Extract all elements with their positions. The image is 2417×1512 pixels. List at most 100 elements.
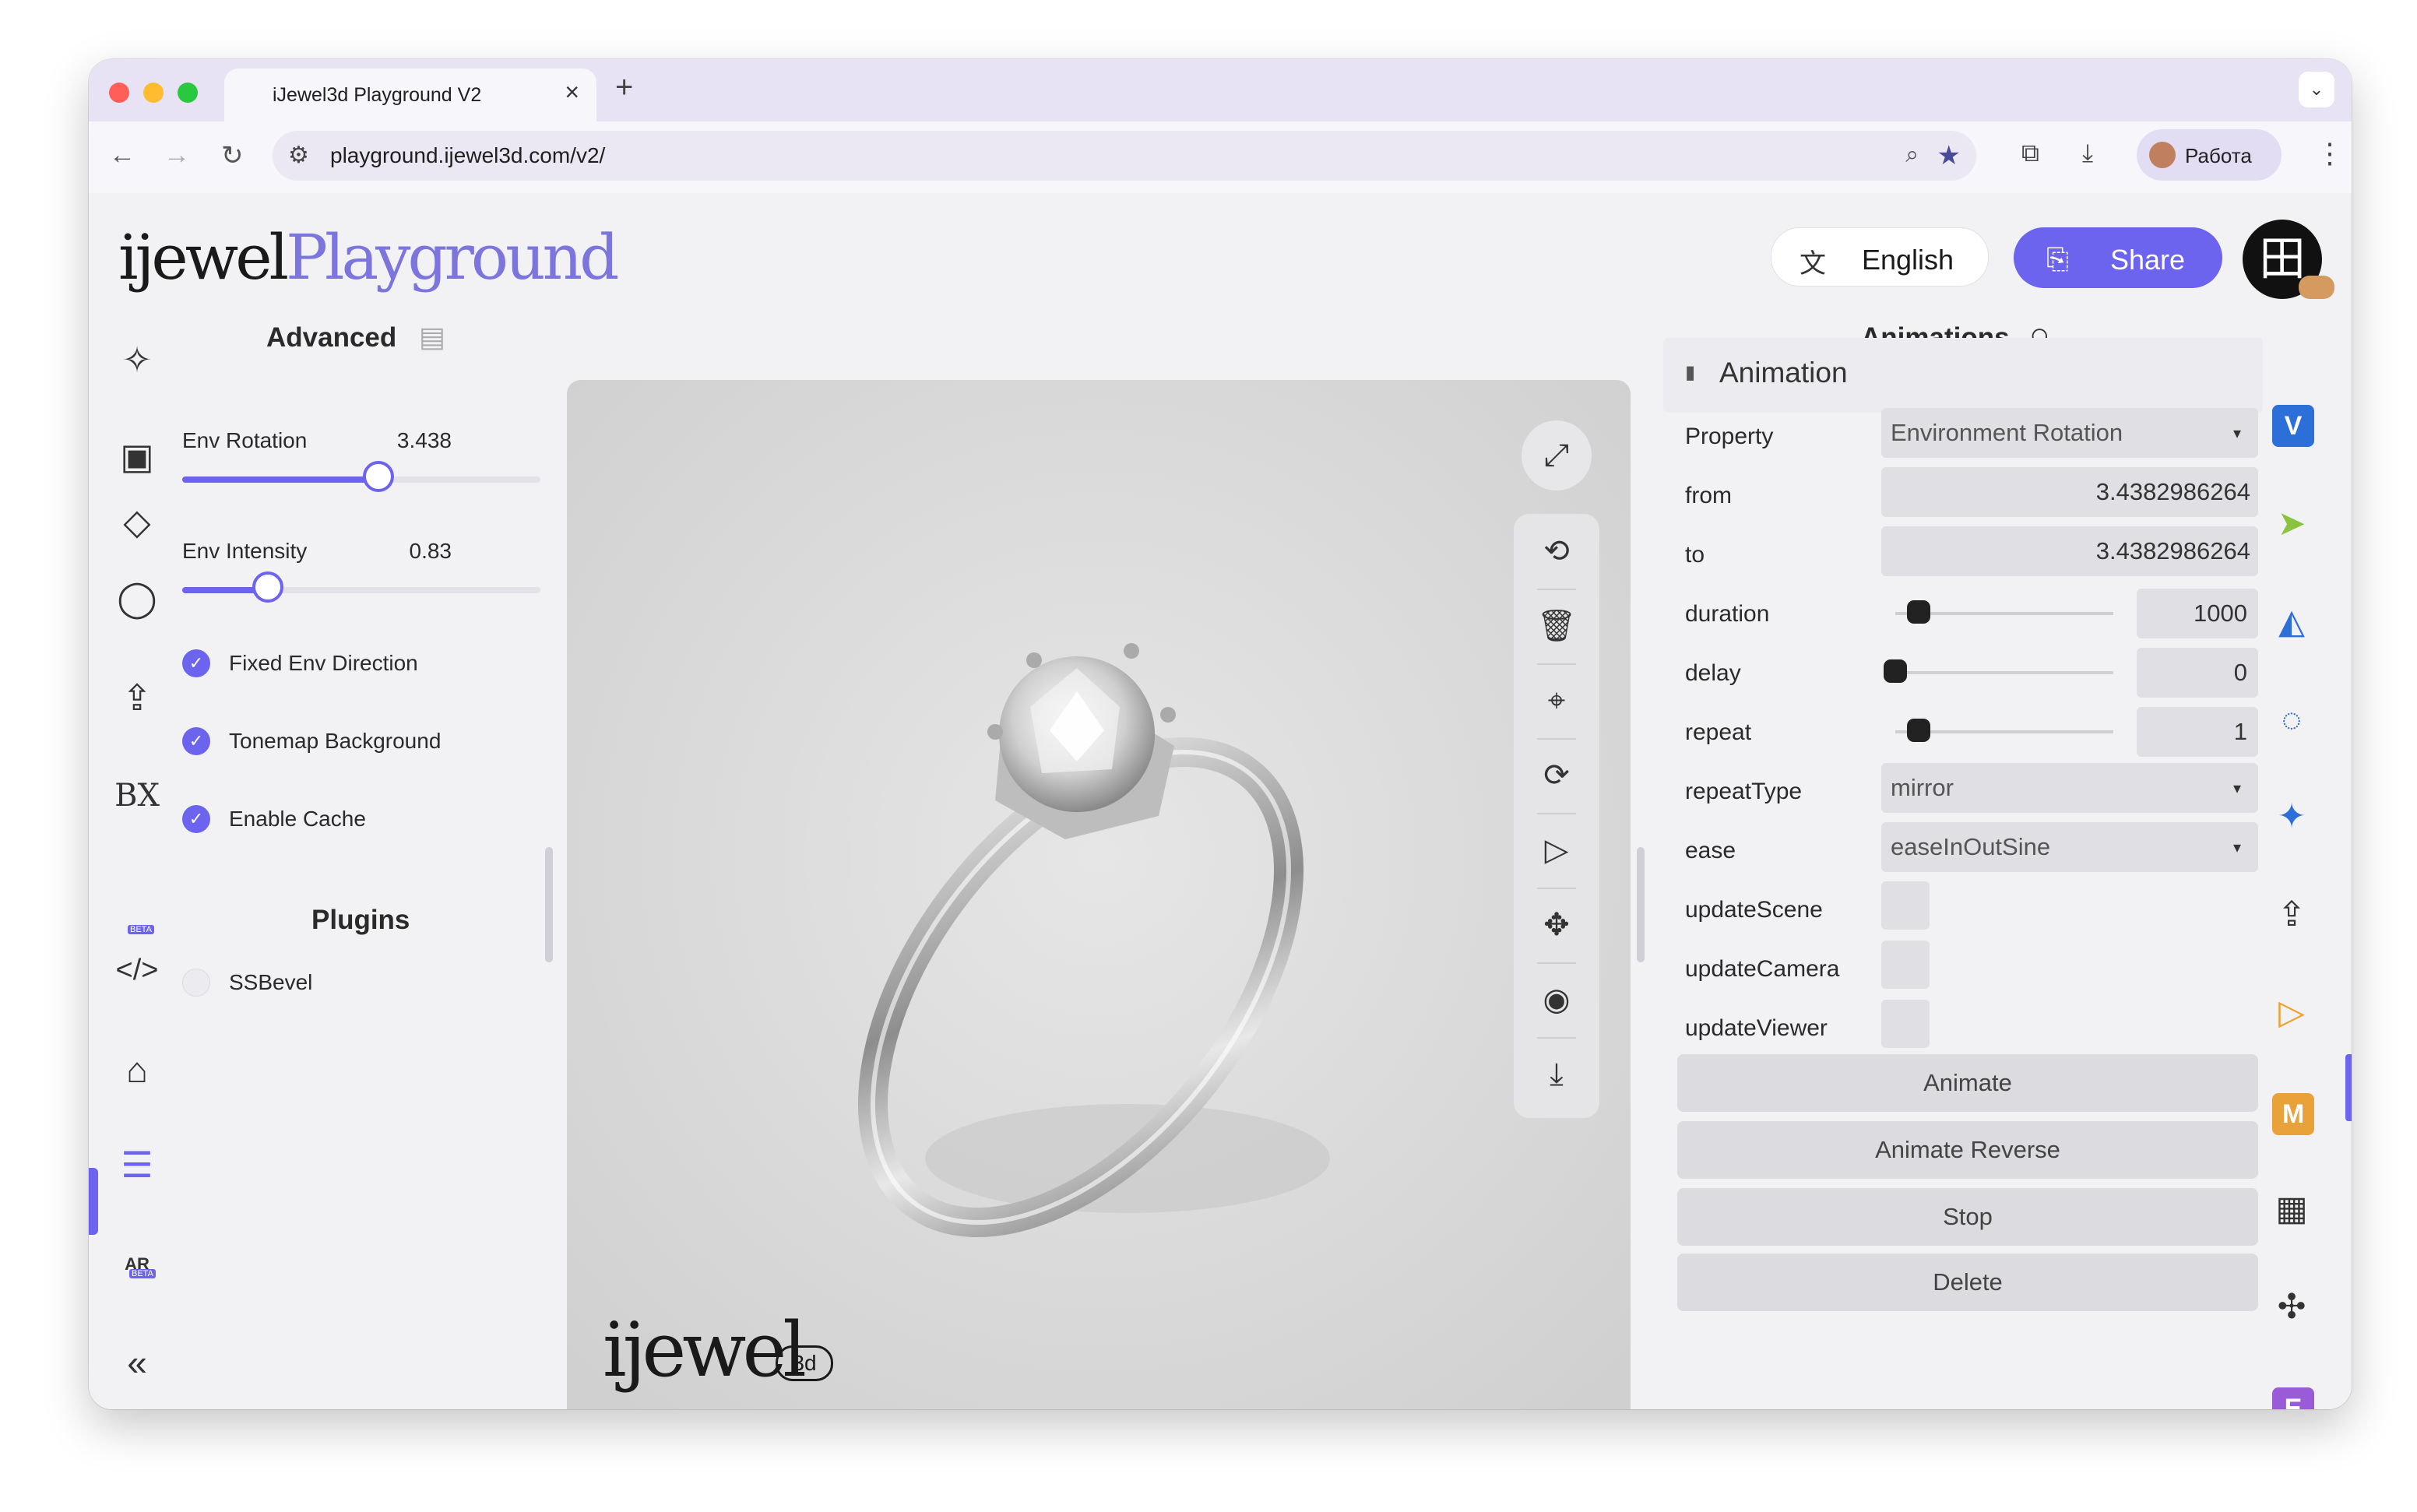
e-badge[interactable]: E bbox=[2272, 1387, 2314, 1409]
duration-slider[interactable] bbox=[1895, 600, 2113, 624]
site-info-icon[interactable]: ⚙ bbox=[288, 142, 309, 169]
watermark-3d-badge: 3d bbox=[776, 1345, 833, 1381]
bx-icon[interactable]: BX bbox=[112, 771, 162, 821]
delay-slider-thumb[interactable] bbox=[1884, 659, 1907, 683]
viewport-scrollbar[interactable] bbox=[1637, 847, 1645, 962]
minimize-window-button[interactable] bbox=[143, 83, 164, 103]
play-animation-icon[interactable]: ▷ bbox=[2264, 986, 2319, 1040]
property-select[interactable]: Environment Rotation ▾ bbox=[1881, 408, 2258, 458]
from-input[interactable]: 3.4382986264 bbox=[1881, 467, 2258, 517]
stop-button[interactable]: Stop bbox=[1677, 1188, 2258, 1246]
delete-button[interactable]: Delete bbox=[1677, 1254, 2258, 1311]
extensions-icon[interactable]: ⧉ bbox=[2021, 139, 2039, 168]
enable-cache-checkbox[interactable]: ✓ bbox=[182, 805, 210, 833]
fullscreen-icon[interactable]: ⤢ bbox=[1522, 420, 1592, 491]
animate-reverse-button[interactable]: Animate Reverse bbox=[1677, 1121, 2258, 1179]
sliders-icon[interactable]: ☰ bbox=[112, 1140, 162, 1190]
trash-icon[interactable]: 🗑 bbox=[1514, 589, 1599, 663]
app-logo[interactable]: ijewelPlayground bbox=[118, 221, 619, 294]
browser-window: iJewel3d Playground V2 × + ⌄ ← → ↻ ⚙ pla… bbox=[89, 59, 2352, 1409]
to-value: 3.4382986264 bbox=[2095, 537, 2250, 564]
back-arrow-icon[interactable]: ← bbox=[109, 140, 135, 171]
delay-input[interactable]: 0 bbox=[2137, 648, 2258, 698]
v-badge[interactable]: V bbox=[2272, 405, 2314, 447]
env-intensity-thumb[interactable] bbox=[252, 571, 284, 603]
close-window-button[interactable] bbox=[109, 83, 129, 103]
cursor-icon[interactable]: ➤ bbox=[2264, 497, 2319, 551]
repeat-slider[interactable] bbox=[1895, 719, 2113, 742]
reset-rotation-icon[interactable]: ⟲ bbox=[1514, 514, 1599, 589]
browser-menu-icon[interactable]: ⋮ bbox=[2316, 137, 2344, 170]
animate-button[interactable]: Animate bbox=[1677, 1054, 2258, 1112]
new-tab-button[interactable]: + bbox=[615, 70, 633, 105]
pan-icon[interactable]: ✥ bbox=[1514, 888, 1599, 962]
play-icon[interactable]: ▷ bbox=[1514, 813, 1599, 888]
share-label: Share bbox=[2110, 244, 2186, 276]
repeat-type-select[interactable]: mirror ▾ bbox=[1881, 763, 2258, 813]
shapes-icon[interactable]: ◭ bbox=[2264, 595, 2319, 649]
auto-rotate-icon[interactable]: ⟳ bbox=[1514, 738, 1599, 813]
tab-close-icon[interactable]: × bbox=[565, 78, 579, 107]
env-rotation-label: Env Rotation bbox=[182, 428, 308, 452]
duration-input[interactable]: 1000 bbox=[2137, 589, 2258, 638]
fixed-env-direction-checkbox[interactable]: ✓ bbox=[182, 649, 210, 677]
environment-icon[interactable]: ▣ bbox=[112, 431, 162, 481]
profile-button[interactable]: Работа bbox=[2137, 129, 2282, 181]
code-icon[interactable]: </> bbox=[112, 945, 162, 995]
star-icon[interactable]: ✦ bbox=[2264, 789, 2319, 844]
address-bar[interactable]: ⚙ playground.ijewel3d.com/v2/ ⌕ ★ bbox=[273, 131, 1976, 181]
browser-tab[interactable]: iJewel3d Playground V2 × bbox=[224, 69, 596, 121]
ring-icon[interactable]: ◯ bbox=[112, 573, 162, 623]
grid-icon[interactable]: ▦ bbox=[2264, 1182, 2319, 1236]
to-input[interactable]: 3.4382986264 bbox=[1881, 526, 2258, 576]
logo-text-playground: Playground bbox=[286, 221, 619, 294]
advanced-info-icon[interactable]: ▤ bbox=[419, 321, 445, 353]
dropdown-arrow-icon: ▾ bbox=[2232, 425, 2241, 442]
focus-frame-icon[interactable]: ⌖ bbox=[1514, 663, 1599, 738]
update-scene-checkbox[interactable] bbox=[1881, 881, 1930, 930]
tab-search-chevron-icon[interactable]: ⌄ bbox=[2299, 72, 2334, 107]
repeat-input[interactable]: 1 bbox=[2137, 707, 2258, 757]
ground-plane-icon[interactable]: ◇ bbox=[112, 497, 162, 547]
camera-icon[interactable]: ◉ bbox=[1514, 962, 1599, 1037]
3d-viewport[interactable]: ⤢ ⟲ 🗑 ⌖ ⟳ ▷ ✥ ◉ ⤓ ijewel 3d bbox=[567, 380, 1631, 1409]
env-intensity-slider[interactable] bbox=[182, 571, 540, 603]
ar-icon[interactable]: AR bbox=[112, 1239, 162, 1289]
language-button[interactable]: 文 English bbox=[1771, 227, 1989, 287]
repeat-slider-thumb[interactable] bbox=[1907, 719, 1930, 742]
share-button[interactable]: ⎘ Share bbox=[2014, 227, 2222, 288]
reload-icon[interactable]: ↻ bbox=[221, 140, 244, 171]
animation-section-header[interactable]: ▮ Animation bbox=[1663, 338, 2263, 413]
tonemap-background-checkbox[interactable]: ✓ bbox=[182, 727, 210, 755]
app-root: ijewelPlayground 文 English ⎘ Share 田 ✧ ▣… bbox=[89, 193, 2352, 1409]
bookmark-star-icon[interactable]: ★ bbox=[1937, 140, 1961, 171]
update-camera-checkbox[interactable] bbox=[1881, 941, 1930, 989]
left-panel-scrollbar[interactable] bbox=[545, 847, 553, 962]
delay-slider[interactable] bbox=[1884, 659, 2113, 683]
sparkle-icon[interactable]: ✧ bbox=[112, 335, 162, 385]
puzzle-icon[interactable]: ✣ bbox=[2264, 1280, 2319, 1334]
export-icon[interactable]: ⇪ bbox=[2264, 888, 2319, 942]
enable-cache-label: Enable Cache bbox=[229, 807, 366, 831]
maximize-window-button[interactable] bbox=[178, 83, 198, 103]
upload-icon[interactable]: ⇪ bbox=[112, 673, 162, 723]
ar-beta-badge: BETA bbox=[129, 1269, 156, 1278]
forward-arrow-icon[interactable]: → bbox=[164, 140, 190, 171]
circle-loader-icon[interactable]: ◌ bbox=[2264, 693, 2319, 747]
ssbevel-label: SSBevel bbox=[229, 970, 313, 994]
ease-select[interactable]: easeInOutSine ▾ bbox=[1881, 822, 2258, 872]
update-viewer-checkbox[interactable] bbox=[1881, 1000, 1930, 1048]
from-label: from bbox=[1685, 483, 1732, 508]
env-rotation-value: 3.438 bbox=[396, 428, 452, 452]
download-render-icon[interactable]: ⤓ bbox=[1514, 1037, 1599, 1112]
env-rotation-thumb[interactable] bbox=[362, 461, 394, 492]
m-badge[interactable]: M bbox=[2272, 1093, 2314, 1135]
download-icon[interactable]: ⤓ bbox=[2082, 139, 2093, 168]
tag-icon[interactable]: ⌂ bbox=[112, 1045, 162, 1095]
duration-slider-thumb[interactable] bbox=[1907, 600, 1930, 624]
env-rotation-slider[interactable] bbox=[182, 461, 540, 492]
zoom-icon[interactable]: ⌕ bbox=[1905, 142, 1919, 168]
share-icon: ⎘ bbox=[2046, 243, 2069, 275]
collapse-sidebar-icon[interactable]: « bbox=[112, 1338, 162, 1387]
ssbevel-checkbox[interactable]: ✓ bbox=[182, 969, 210, 997]
